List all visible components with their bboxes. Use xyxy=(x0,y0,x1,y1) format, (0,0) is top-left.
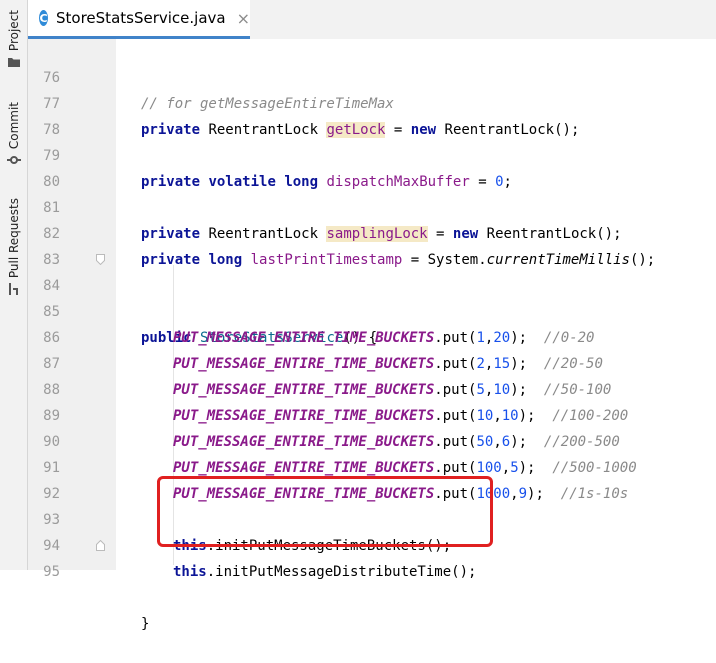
code-line: 95 } xyxy=(28,533,716,632)
editor-tab-bar: C StoreStatsService.java × xyxy=(28,0,716,40)
editor-tab-storestatsservice[interactable]: C StoreStatsService.java × xyxy=(28,0,250,39)
pull-requests-tool-button[interactable]: Pull Requests xyxy=(0,198,27,296)
code-line: 91 PUT_MESSAGE_ENTIRE_TIME_BUCKETS.put(1… xyxy=(28,429,716,502)
folder-icon xyxy=(7,58,20,68)
line-number: 95 xyxy=(43,564,60,580)
closing-brace: } xyxy=(141,616,150,632)
tab-filename: StoreStatsService.java xyxy=(56,9,226,27)
code-editor[interactable]: 76 // for getMessageEntireTimeMax 77 pri… xyxy=(28,39,716,632)
code-line: 90 PUT_MESSAGE_ENTIRE_TIME_BUCKETS.put(1… xyxy=(28,403,716,476)
code-line: 93 this.initPutMessageTimeBuckets(); xyxy=(28,481,716,554)
close-icon[interactable]: × xyxy=(237,9,250,28)
commit-icon xyxy=(6,156,21,165)
code-line: 77 private ReentrantLock getLock = new R… xyxy=(28,65,716,138)
code-line: 81 private ReentrantLock samplingLock = … xyxy=(28,169,716,242)
code-line: 79 private volatile long dispatchMaxBuff… xyxy=(28,117,716,190)
project-tool-button[interactable]: Project xyxy=(0,10,27,69)
code-line: 78 xyxy=(28,91,716,138)
pull-requests-tool-label: Pull Requests xyxy=(6,198,21,279)
project-tool-label: Project xyxy=(6,10,21,52)
code-text: this.initPutMessageDistributeTime(); xyxy=(173,559,476,585)
code-line: 89 PUT_MESSAGE_ENTIRE_TIME_BUCKETS.put(5… xyxy=(28,377,716,450)
code-line: 84 public StoreStatsService() { xyxy=(28,247,716,346)
code-line: 80 xyxy=(28,143,716,190)
code-line: 94 this.initPutMessageDistributeTime(); xyxy=(28,507,716,580)
tool-window-strip: Project Commit Pull Requests xyxy=(0,0,28,570)
code-line: 82 private long lastPrintTimestamp = Sys… xyxy=(28,195,716,268)
pull-request-icon xyxy=(8,283,18,296)
commit-tool-label: Commit xyxy=(6,102,21,150)
commit-tool-button[interactable]: Commit xyxy=(0,102,27,167)
code-line: 83 xyxy=(28,221,716,268)
code-line: 85 PUT_MESSAGE_ENTIRE_TIME_BUCKETS.put(1… xyxy=(28,273,716,346)
code-text: } xyxy=(141,611,149,637)
code-line: 92 xyxy=(28,455,716,502)
fold-end-icon[interactable] xyxy=(96,540,105,551)
code-line: 88 PUT_MESSAGE_ENTIRE_TIME_BUCKETS.put(1… xyxy=(28,351,716,424)
keyword: this xyxy=(173,564,207,580)
method-call: .initPutMessageDistributeTime(); xyxy=(206,564,477,580)
java-class-icon: C xyxy=(39,10,49,26)
code-line: 86 PUT_MESSAGE_ENTIRE_TIME_BUCKETS.put(2… xyxy=(28,299,716,372)
code-line: 87 PUT_MESSAGE_ENTIRE_TIME_BUCKETS.put(5… xyxy=(28,325,716,398)
code-line: 76 // for getMessageEntireTimeMax xyxy=(28,39,716,112)
fold-open-icon[interactable] xyxy=(96,254,105,265)
